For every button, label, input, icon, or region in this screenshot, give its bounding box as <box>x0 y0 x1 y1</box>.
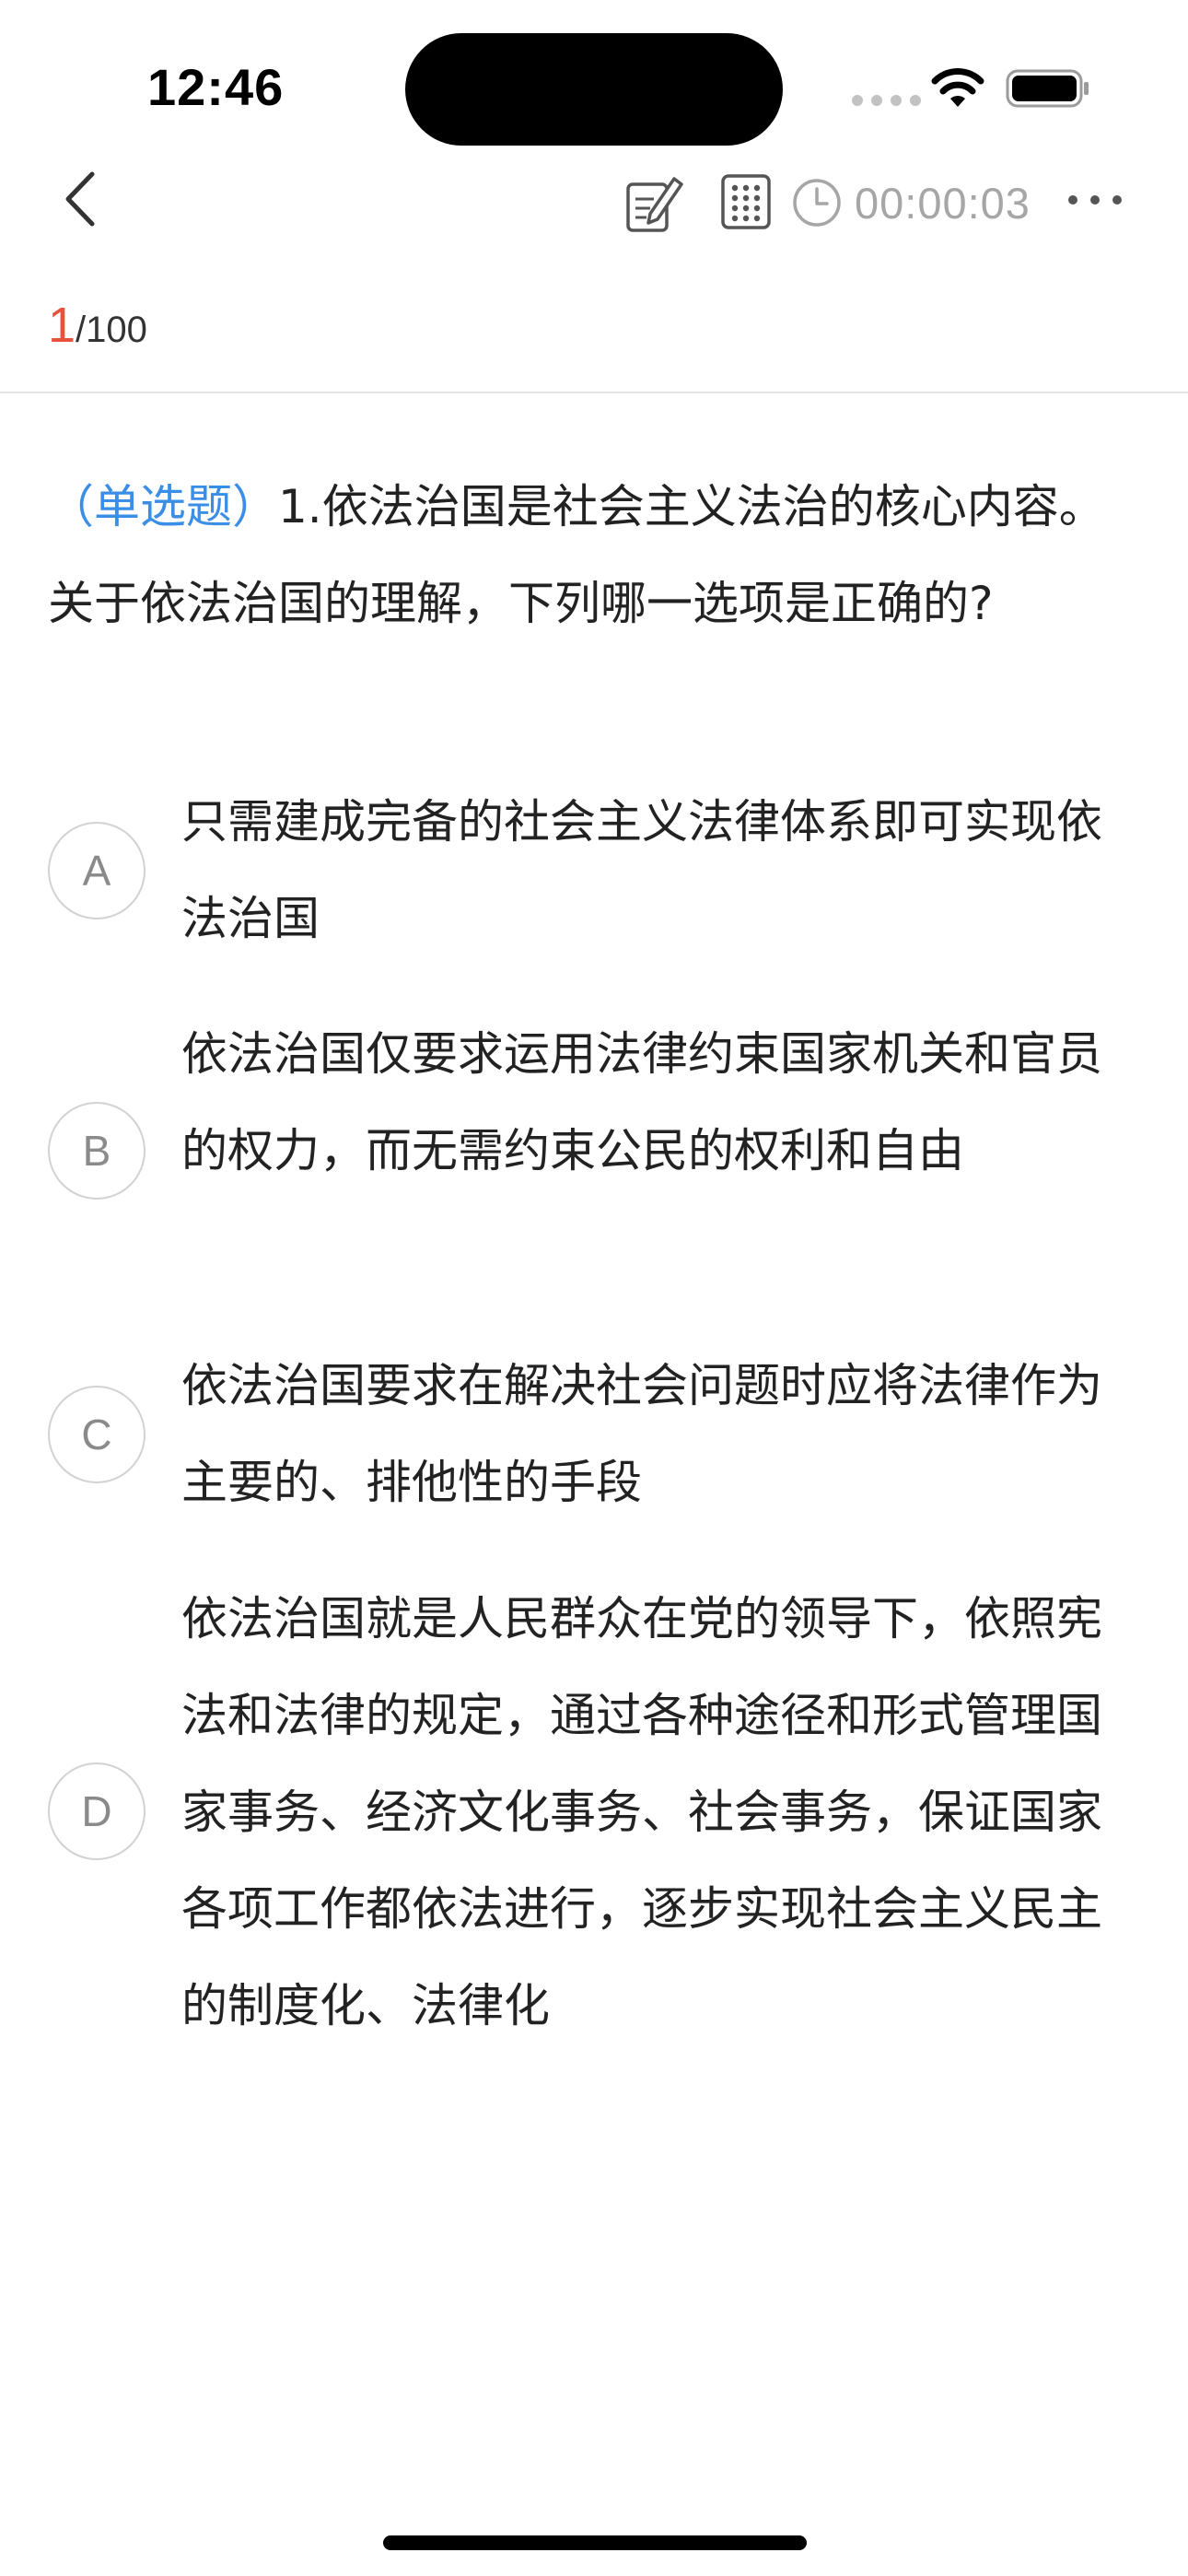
cellular-signal-icon <box>852 95 921 106</box>
option-b-radio[interactable]: B <box>48 1102 146 1200</box>
option-b-text: 依法治国仅要求运用法律约束国家机关和官员的权力，而无需约束公民的权利和自由 <box>181 1027 1102 1177</box>
option-d[interactable]: D 依法治国就是人民群众在党的领导下，依照宪法和法律的规定，通过各种途径和形式管… <box>0 1571 1188 2055</box>
more-options-button[interactable] <box>1068 184 1122 216</box>
back-button[interactable] <box>52 166 107 232</box>
header-divider <box>0 392 1188 393</box>
clock-icon <box>793 179 841 227</box>
option-a-text: 只需建成完备的社会主义法律体系即可实现依法治国 <box>181 795 1102 945</box>
back-chevron-icon <box>65 171 95 227</box>
question-progress: 1/100 <box>48 300 147 350</box>
option-a-radio[interactable]: A <box>48 822 146 919</box>
dynamic-island <box>405 33 783 146</box>
battery-icon <box>1006 69 1089 108</box>
option-c-radio[interactable]: C <box>48 1386 146 1483</box>
wifi-icon <box>931 68 984 107</box>
question-type-label: （单选题） <box>48 480 278 533</box>
option-a[interactable]: A 只需建成完备的社会主义法律体系即可实现依法治国 <box>0 774 1188 967</box>
option-c[interactable]: C 依法治国要求在解决社会问题时应将法律作为主要的、排他性的手段 <box>0 1338 1188 1531</box>
option-c-text: 依法治国要求在解决社会问题时应将法律作为主要的、排他性的手段 <box>181 1359 1102 1509</box>
home-indicator[interactable] <box>383 2535 807 2550</box>
more-dots-icon <box>1068 195 1077 205</box>
exam-timer: 00:00:03 <box>792 175 1031 230</box>
option-d-radio[interactable]: D <box>48 1762 146 1860</box>
status-bar-time: 12:46 <box>147 58 285 116</box>
timer-text: 00:00:03 <box>855 178 1031 228</box>
progress-total: /100 <box>76 310 147 350</box>
option-d-text: 依法治国就是人民群众在党的领导下，依照宪法和法律的规定，通过各种途径和形式管理国… <box>181 1592 1102 2032</box>
progress-current: 1 <box>48 298 76 353</box>
option-b[interactable]: B 依法治国仅要求运用法律约束国家机关和官员的权力，而无需约束公民的权利和自由 <box>0 1006 1188 1296</box>
note-edit-icon[interactable] <box>623 171 685 234</box>
answer-sheet-grid-icon[interactable] <box>720 173 772 230</box>
question-stem: （单选题）1.依法治国是社会主义法治的核心内容。关于依法治国的理解，下列哪一选项… <box>48 459 1144 652</box>
